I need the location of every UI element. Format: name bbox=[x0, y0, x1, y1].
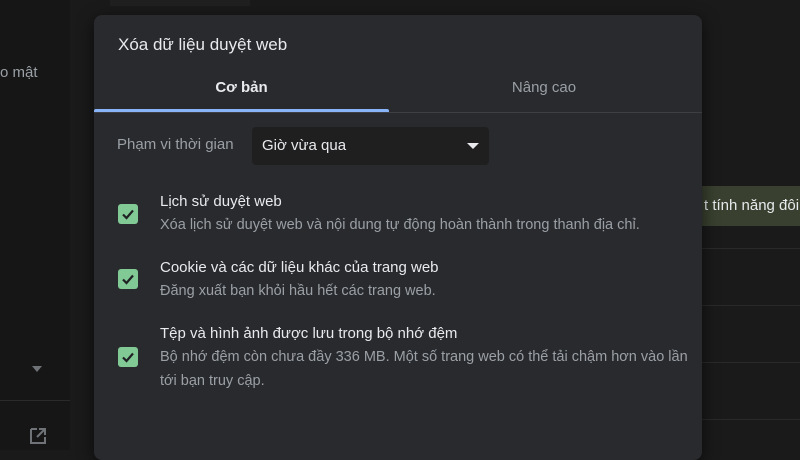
option-title: Cookie và các dữ liệu khác của trang web bbox=[160, 259, 439, 276]
sidebar-item-privacy[interactable]: o mật bbox=[0, 64, 38, 81]
dialog-tabs: Cơ bản Nâng cao bbox=[94, 69, 702, 113]
row-divider bbox=[702, 419, 800, 420]
tab-advanced[interactable]: Nâng cao bbox=[394, 69, 694, 113]
row-divider bbox=[702, 362, 800, 363]
tabs-divider bbox=[94, 112, 702, 113]
dropdown-arrow-icon bbox=[467, 143, 479, 149]
option-description: Đăng xuất bạn khỏi hầu hết các trang web… bbox=[160, 283, 436, 299]
checkmark-icon bbox=[122, 274, 134, 285]
row-divider bbox=[702, 248, 800, 249]
time-range-select[interactable]: Giờ vừa qua bbox=[252, 127, 489, 165]
time-range-label: Phạm vi thời gian bbox=[117, 136, 234, 153]
chevron-down-icon[interactable] bbox=[32, 366, 42, 372]
cache-checkbox[interactable] bbox=[118, 347, 138, 367]
cookies-checkbox[interactable] bbox=[118, 269, 138, 289]
tab-basic[interactable]: Cơ bản bbox=[94, 69, 389, 113]
enable-feature-button[interactable]: t tính năng đôi bbox=[702, 186, 800, 226]
option-title: Tệp và hình ảnh được lưu trong bộ nhớ đệ… bbox=[160, 325, 458, 342]
checkmark-icon bbox=[122, 352, 134, 363]
sidebar-divider bbox=[0, 400, 70, 401]
row-divider bbox=[702, 305, 800, 306]
browsing-history-checkbox[interactable] bbox=[118, 204, 138, 224]
option-title: Lịch sử duyệt web bbox=[160, 193, 282, 210]
checkmark-icon bbox=[122, 209, 134, 220]
option-description: Xóa lịch sử duyệt web và nội dung tự độn… bbox=[160, 217, 640, 233]
page-header-fragment bbox=[110, 0, 250, 6]
dialog-title: Xóa dữ liệu duyệt web bbox=[118, 35, 288, 54]
open-in-new-icon[interactable] bbox=[28, 426, 48, 446]
option-description: Bộ nhớ đệm còn chưa đầy 336 MB. Một số t… bbox=[160, 349, 688, 389]
clear-browsing-data-dialog: Xóa dữ liệu duyệt web Cơ bản Nâng cao Ph… bbox=[94, 15, 702, 460]
time-range-value: Giờ vừa qua bbox=[262, 137, 347, 154]
